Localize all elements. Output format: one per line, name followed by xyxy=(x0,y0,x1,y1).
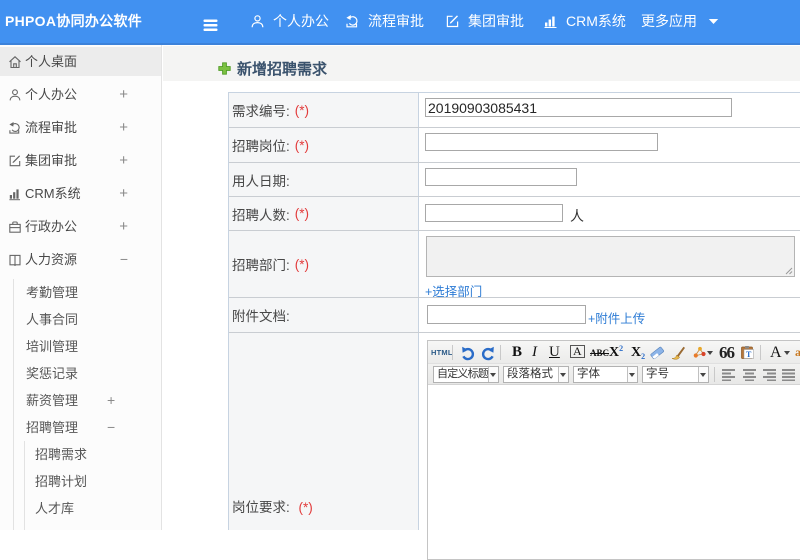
svg-text:T: T xyxy=(746,350,752,359)
